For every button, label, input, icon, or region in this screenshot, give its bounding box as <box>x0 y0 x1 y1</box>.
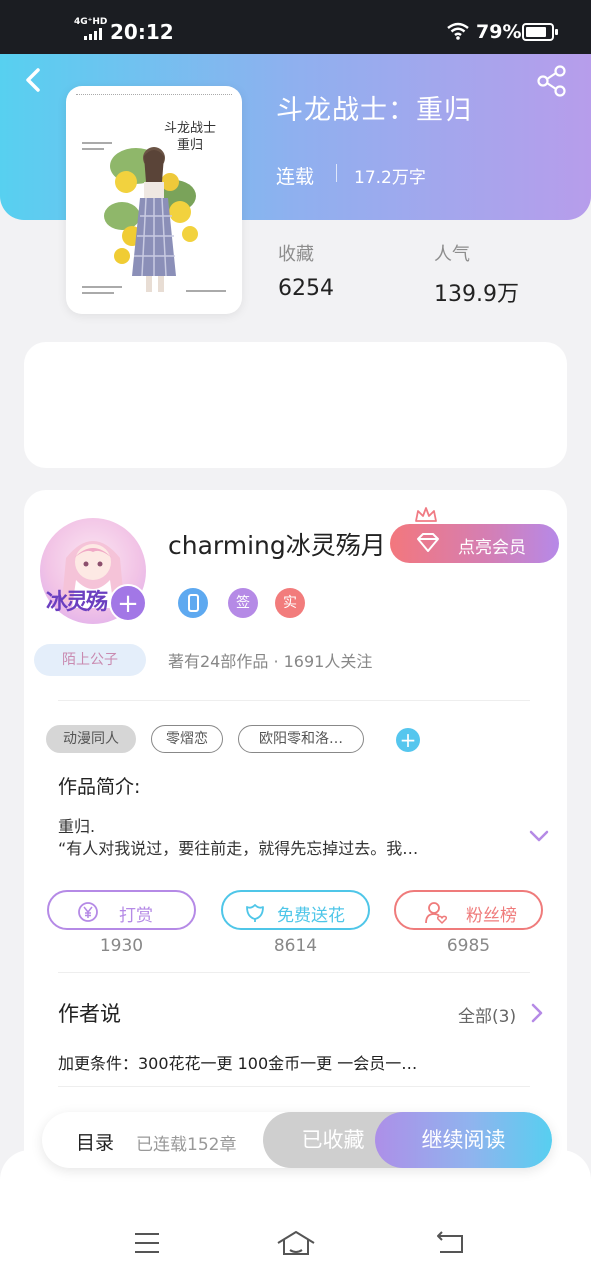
tag-item[interactable]: 零熠恋 <box>151 725 223 753</box>
favorites-label: 收藏 <box>278 244 314 265</box>
phone-icon <box>188 594 199 612</box>
intro-line: 重归. <box>58 817 96 836</box>
intro-heading: 作品简介: <box>58 776 141 798</box>
diamond-icon <box>417 533 439 552</box>
popularity-label: 人气 <box>434 244 470 265</box>
bottom-panel <box>0 1150 591 1280</box>
continue-reading-button[interactable]: 继续阅读 <box>375 1112 552 1168</box>
back-icon[interactable] <box>18 60 50 100</box>
flower-icon <box>246 904 264 922</box>
author-note[interactable]: 加更条件：300花花一更 100金币一更 一会员一… <box>58 1050 478 1074</box>
battery-percent: 79% <box>476 21 522 43</box>
author-says-all-link[interactable]: 全部(3) <box>458 1002 516 1027</box>
tip-count: 1930 <box>99 936 144 956</box>
tip-label: 打赏 <box>119 906 153 926</box>
vip-label: 点亮会员 <box>458 538 526 558</box>
favorites-count: 6254 <box>278 276 334 301</box>
flower-count: 8614 <box>273 936 318 956</box>
fans-rank-label: 粉丝榜 <box>466 906 517 926</box>
follow-button[interactable]: + <box>109 584 147 622</box>
reading-action-bar: 目录 已连载152章 已收藏 继续阅读 <box>42 1112 552 1168</box>
back-nav-icon[interactable] <box>434 1228 466 1258</box>
catalog-button[interactable]: 目录 <box>76 1128 114 1155</box>
wifi-icon <box>447 22 469 40</box>
fans-count: 6985 <box>446 936 491 956</box>
yen-icon <box>78 902 98 922</box>
phone-badge[interactable] <box>178 588 208 618</box>
book-status: 连载 <box>276 166 315 188</box>
cover-illustration <box>82 142 226 294</box>
chapter-count: 已连载152章 <box>136 1135 237 1155</box>
avatar-name-badge: 冰灵殇 <box>46 590 108 615</box>
chevron-right-icon[interactable] <box>530 1002 544 1024</box>
chevron-down-icon[interactable] <box>528 828 550 844</box>
signal-icon <box>84 28 102 40</box>
network-indicator: 4G⁺HD <box>74 17 108 27</box>
author-name[interactable]: charming冰灵殇月 <box>168 526 386 562</box>
fans-rank-button[interactable]: 粉丝榜 <box>394 890 543 930</box>
intro-line: “有人对我说过，要往前走，就得先忘掉过去。我… <box>58 839 419 858</box>
divider <box>58 700 530 701</box>
fans-icon <box>425 902 448 924</box>
tag-item[interactable]: 欧阳零和洛… <box>238 725 364 753</box>
author-says-heading: 作者说 <box>58 1002 121 1026</box>
works-info: 著有24部作品 · 1691人关注 <box>168 652 373 671</box>
crown-icon <box>415 507 437 522</box>
book-title: 斗龙战士：重归 <box>276 95 472 126</box>
add-tag-button[interactable]: + <box>396 728 420 752</box>
word-count: 17.2万字 <box>354 168 426 188</box>
divider <box>58 1086 530 1087</box>
book-cover[interactable]: 斗龙战士 重归 <box>66 86 242 314</box>
status-time: 20:12 <box>110 20 174 44</box>
vip-button[interactable]: 点亮会员 <box>390 524 559 563</box>
send-flower-button[interactable]: 免费送花 <box>221 890 370 930</box>
tip-button[interactable]: 打赏 <box>47 890 196 930</box>
popularity-count: 139.9万 <box>434 282 519 307</box>
battery-icon <box>522 23 558 41</box>
divider <box>58 972 530 973</box>
home-icon[interactable] <box>276 1228 316 1258</box>
author-title-tag: 陌上公子 <box>34 644 146 676</box>
verified-badge[interactable]: 实 <box>275 588 305 618</box>
banner-card <box>24 342 567 468</box>
intro-text[interactable]: 重归. “有人对我说过，要往前走，就得先忘掉过去。我… <box>58 816 508 860</box>
signed-badge[interactable]: 签 <box>228 588 258 618</box>
menu-icon[interactable] <box>132 1228 162 1258</box>
status-divider <box>336 164 337 182</box>
send-flower-label: 免费送花 <box>277 906 345 926</box>
share-icon[interactable] <box>536 64 568 98</box>
status-bar: 4G⁺HD 20:12 79% <box>0 0 591 56</box>
tag-item[interactable]: 动漫同人 <box>46 725 136 753</box>
